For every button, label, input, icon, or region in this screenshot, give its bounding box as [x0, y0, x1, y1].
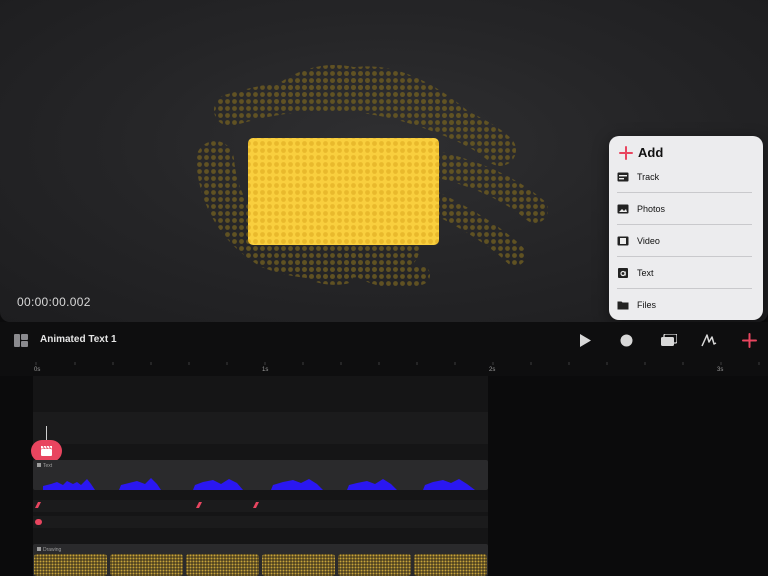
text-track-label: Text	[37, 463, 52, 469]
menu-item-label: Photos	[637, 204, 666, 214]
record-icon[interactable]	[620, 334, 633, 347]
text-waveform	[43, 478, 475, 490]
timecode-display: 00:00:00.002	[17, 295, 91, 309]
menu-item-label: Video	[637, 236, 660, 246]
timeline-band	[33, 412, 488, 444]
project-title[interactable]: Animated Text 1	[40, 334, 117, 345]
menu-divider	[617, 256, 752, 257]
keyframe-row[interactable]	[33, 500, 488, 512]
ruler-ticks	[35, 362, 760, 365]
drawing-track-label: Drawing	[37, 547, 61, 553]
ruler-label: 0s	[34, 367, 41, 373]
app-root: 00:00:00.002 Add Track Photos Video Text…	[0, 0, 768, 576]
draw-icon[interactable]	[701, 333, 717, 348]
menu-item-track[interactable]: Track	[617, 163, 753, 191]
playhead-handle[interactable]	[31, 440, 62, 462]
menu-item-label: Track	[637, 172, 660, 182]
photos-icon	[617, 204, 629, 214]
text-box-shape[interactable]	[248, 138, 439, 245]
menu-item-label: Text	[637, 268, 654, 278]
drawing-track[interactable]	[33, 544, 488, 576]
effect-row[interactable]	[33, 516, 488, 528]
timeline-ruler[interactable]	[0, 360, 768, 376]
menu-item-photos[interactable]: Photos	[617, 195, 753, 223]
text-track-icon	[37, 463, 41, 467]
layers-icon[interactable]	[661, 334, 677, 347]
ruler-label: 2s	[489, 367, 496, 373]
add-menu-title: Add	[638, 145, 664, 160]
text-icon	[618, 268, 628, 278]
layout-icon[interactable]	[14, 334, 28, 347]
clapperboard-icon	[41, 446, 52, 456]
menu-item-files[interactable]: Files	[617, 291, 753, 319]
ruler-label: 1s	[262, 367, 269, 373]
menu-divider	[617, 224, 752, 225]
menu-item-video[interactable]: Video	[617, 227, 753, 255]
add-menu-plus-icon	[619, 146, 633, 160]
menu-divider	[617, 192, 752, 193]
play-icon[interactable]	[579, 334, 592, 347]
drawing-thumbnails	[34, 554, 487, 576]
drawing-track-icon	[37, 547, 41, 551]
track-icon	[617, 172, 629, 182]
menu-item-label: Files	[637, 300, 657, 310]
ruler-label: 3s	[717, 367, 724, 373]
keyframe-marker[interactable]	[196, 502, 202, 508]
effect-marker-icon[interactable]	[35, 519, 42, 525]
folder-icon	[617, 301, 629, 310]
menu-divider	[617, 288, 752, 289]
add-icon[interactable]	[742, 333, 757, 348]
track-label: Drawing	[43, 547, 62, 553]
menu-item-text[interactable]: Text	[617, 259, 753, 287]
track-label: Text	[43, 463, 53, 469]
text-track[interactable]	[33, 460, 488, 490]
keyframe-marker[interactable]	[35, 502, 41, 508]
video-icon	[617, 236, 629, 246]
keyframe-marker[interactable]	[253, 502, 259, 508]
